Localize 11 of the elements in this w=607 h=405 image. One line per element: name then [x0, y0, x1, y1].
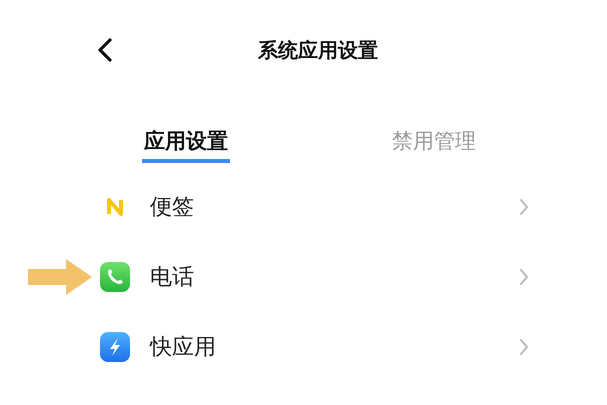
page-title: 系统应用设置	[258, 36, 378, 64]
chevron-icon	[519, 198, 529, 216]
app-name[interactable]: 电话	[150, 262, 519, 292]
phone-icon	[100, 262, 130, 292]
chevron-icon	[519, 268, 529, 286]
back-icon[interactable]	[97, 38, 113, 62]
tab[interactable]: 应用设置	[142, 127, 230, 163]
app-name[interactable]: 快应用	[150, 332, 519, 362]
chevron-icon	[519, 338, 529, 356]
lightning-icon	[100, 332, 130, 362]
app-name[interactable]: 便签	[150, 192, 519, 222]
